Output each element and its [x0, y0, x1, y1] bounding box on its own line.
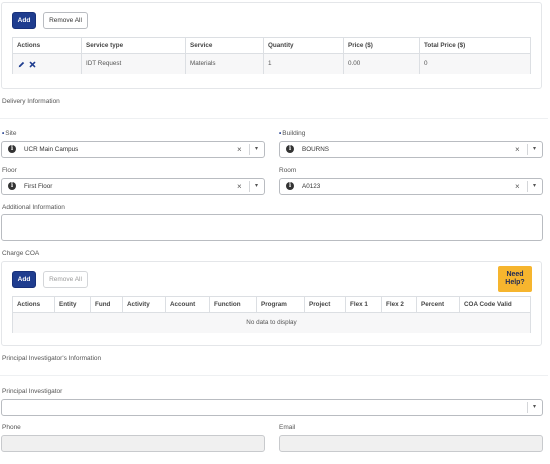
select-separator: [527, 144, 528, 155]
pi-select[interactable]: ▾: [1, 399, 543, 416]
building-label: •Building: [279, 130, 305, 137]
row-service: Materials: [186, 54, 264, 74]
building-select[interactable]: i BOURNS × ▾: [279, 141, 543, 158]
need-help-button[interactable]: Need Help?: [498, 266, 532, 292]
site-label: •Site: [2, 130, 16, 137]
column-header-entity: Entity: [55, 297, 91, 313]
info-icon: i: [286, 182, 294, 190]
column-header-fund: Fund: [91, 297, 123, 313]
clear-icon[interactable]: ×: [237, 142, 242, 157]
column-header-actions: Actions: [13, 297, 55, 313]
site-value: UCR Main Campus: [24, 146, 79, 153]
row-actions-cell: [13, 54, 82, 74]
column-header-actions: Actions: [13, 38, 82, 54]
chevron-down-icon[interactable]: ▾: [533, 400, 536, 415]
services-table-header: Actions Service type Service Quantity Pr…: [13, 38, 530, 54]
floor-select[interactable]: i First Floor × ▾: [1, 178, 265, 195]
coa-table-header: Actions Entity Fund Activity Account Fun…: [13, 297, 530, 313]
required-marker: •: [279, 130, 282, 137]
chevron-down-icon[interactable]: ▾: [533, 142, 536, 157]
pi-label: Principal Investigator: [2, 388, 63, 395]
building-label-text: Building: [282, 130, 306, 137]
row-price: 0.00: [344, 54, 420, 74]
room-label: Room: [279, 167, 297, 174]
delivery-divider: [0, 118, 548, 119]
floor-label: Floor: [2, 167, 17, 174]
select-separator: [249, 144, 250, 155]
column-header-project: Project: [305, 297, 346, 313]
delete-icon[interactable]: [29, 61, 36, 68]
column-header-service-type: Service type: [82, 38, 186, 54]
column-header-flex2: Flex 2: [382, 297, 417, 313]
column-header-coa-code-valid: COA Code Valid: [464, 301, 512, 308]
remove-all-services-button[interactable]: Remove All: [43, 12, 88, 29]
phone-field[interactable]: [1, 435, 265, 452]
row-service-type: IDT Request: [82, 54, 186, 74]
building-value: BOURNS: [302, 146, 329, 153]
column-header-service: Service: [186, 38, 264, 54]
additional-info-label: Additional Information: [2, 204, 65, 211]
floor-value: First Floor: [24, 183, 53, 190]
pi-divider: [0, 375, 548, 376]
clear-icon[interactable]: ×: [515, 179, 520, 194]
chevron-down-icon[interactable]: ▾: [533, 179, 536, 194]
room-value: A0123: [302, 183, 321, 190]
coa-section-title: Charge COA: [2, 250, 40, 257]
column-header-program: Program: [257, 297, 305, 313]
email-label: Email: [279, 424, 296, 431]
empty-table-message: No data to display: [13, 313, 530, 333]
help-line-1: Need: [506, 271, 524, 278]
delivery-section-title: Delivery Information: [2, 98, 60, 105]
select-separator: [527, 181, 528, 192]
column-header-flex1: Flex 1: [346, 297, 382, 313]
info-icon: i: [8, 145, 16, 153]
edit-icon[interactable]: [18, 61, 25, 68]
info-icon: i: [286, 145, 294, 153]
required-marker: •: [2, 130, 5, 137]
remove-all-coa-button[interactable]: Remove All: [43, 271, 88, 288]
site-select[interactable]: i UCR Main Campus × ▾: [1, 141, 265, 158]
clear-icon[interactable]: ×: [515, 142, 520, 157]
email-field[interactable]: [279, 435, 543, 452]
column-header-total-price: Total Price ($): [424, 42, 466, 49]
site-label-text: Site: [5, 130, 17, 137]
column-header-function: Function: [210, 297, 257, 313]
row-total-price: 0: [420, 54, 530, 74]
chevron-down-icon[interactable]: ▾: [255, 179, 258, 194]
column-header-percent: Percent: [417, 297, 460, 313]
info-icon: i: [8, 182, 16, 190]
column-header-quantity: Quantity: [264, 38, 344, 54]
additional-info-textarea[interactable]: [1, 214, 543, 241]
row-quantity: 1: [264, 54, 344, 74]
add-coa-button[interactable]: Add: [12, 271, 36, 288]
select-separator: [527, 402, 528, 413]
services-table: Actions Service type Service Quantity Pr…: [12, 37, 531, 74]
column-header-account: Account: [166, 297, 210, 313]
coa-table: Actions Entity Fund Activity Account Fun…: [12, 296, 531, 333]
chevron-down-icon[interactable]: ▾: [255, 142, 258, 157]
help-line-2: Help?: [505, 279, 525, 286]
pi-section-title: Principal Investigator's Information: [2, 355, 102, 362]
column-header-price: Price ($): [344, 38, 420, 54]
room-select[interactable]: i A0123 × ▾: [279, 178, 543, 195]
column-header-activity: Activity: [123, 297, 166, 313]
clear-icon[interactable]: ×: [237, 179, 242, 194]
phone-label: Phone: [2, 424, 21, 431]
add-service-button[interactable]: Add: [12, 12, 36, 29]
select-separator: [249, 181, 250, 192]
